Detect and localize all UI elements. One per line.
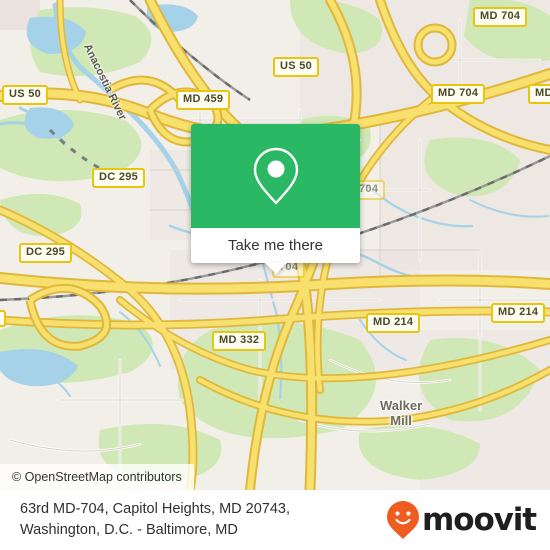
road-shield: MD 704: [431, 84, 486, 104]
road-shield: MD: [528, 84, 550, 104]
road-shield: DC 295: [19, 243, 73, 263]
place-label-walker-mill: Walker Mill: [380, 398, 423, 428]
take-me-there-button[interactable]: Take me there: [191, 228, 360, 263]
address-line-1: 63rd MD-704, Capitol Heights, MD 20743,: [20, 501, 290, 517]
card-pointer-tip: [264, 263, 287, 274]
road-shield: MD 214: [491, 303, 546, 323]
road-shield: US 50: [273, 57, 320, 77]
road-shield: MD 704: [473, 7, 528, 27]
map-canvas[interactable]: US 50 US 50 MD 459 MD 704 MD 704 MD DC 2…: [0, 0, 550, 490]
map-attribution[interactable]: © OpenStreetMap contributors: [0, 464, 194, 490]
moovit-wordmark: moovit: [422, 501, 537, 538]
address-line-2: Washington, D.C. - Baltimore, MD: [20, 522, 238, 538]
footer-bar: 63rd MD-704, Capitol Heights, MD 20743, W…: [0, 490, 550, 550]
road-shield: [0, 310, 6, 327]
location-card[interactable]: Take me there: [191, 124, 360, 274]
road-shield: DC 295: [92, 168, 146, 188]
address-text: 63rd MD-704, Capitol Heights, MD 20743, W…: [20, 499, 290, 541]
moovit-smiley-pin-icon: [387, 501, 420, 539]
moovit-logo[interactable]: moovit: [386, 500, 537, 540]
road-shield: US 50: [2, 85, 49, 105]
road-shield: MD 214: [366, 313, 421, 333]
attribution-text: © OpenStreetMap contributors: [12, 470, 182, 484]
take-me-there-label: Take me there: [227, 237, 324, 254]
moovit-map-screenshot: US 50 US 50 MD 459 MD 704 MD 704 MD DC 2…: [0, 0, 550, 550]
location-pin-icon: [253, 147, 298, 205]
card-icon-area: [191, 124, 360, 228]
road-shield: MD 332: [212, 331, 267, 351]
road-shield: MD 459: [176, 90, 231, 110]
